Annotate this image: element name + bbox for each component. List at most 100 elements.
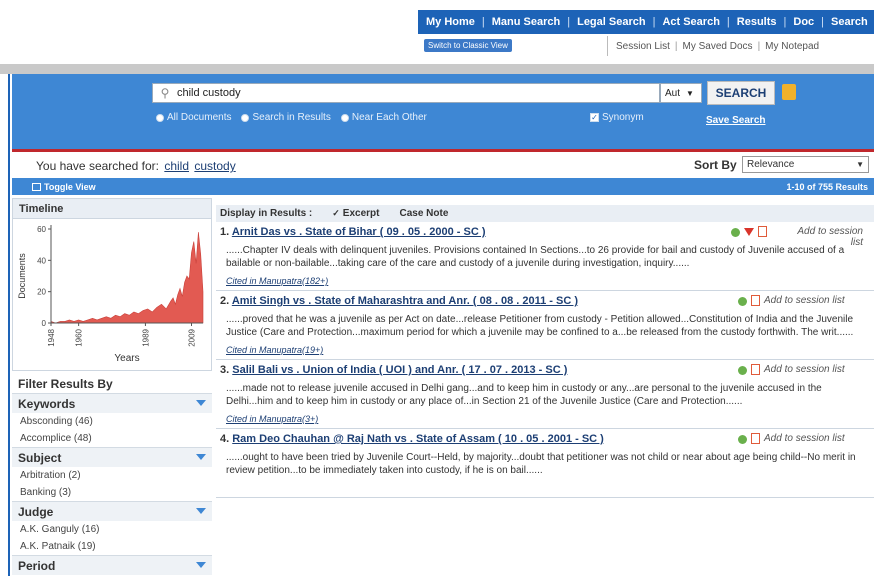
- result-title-link[interactable]: Arnit Das vs . State of Bihar ( 09 . 05 …: [232, 226, 486, 238]
- searched-term-link[interactable]: child: [164, 159, 189, 173]
- x-tick-label: 2009: [187, 328, 196, 346]
- chevron-down-icon: [196, 562, 206, 568]
- search-button[interactable]: SEARCH: [707, 81, 775, 105]
- timeline-title: Timeline: [12, 198, 212, 219]
- facet-list: Keywords Absconding (46) Accomplice (48) Su…: [12, 393, 212, 575]
- toggle-view-label: Toggle View: [44, 181, 96, 192]
- facet-subject[interactable]: Subject: [12, 447, 212, 467]
- chevron-down-icon: [196, 400, 206, 406]
- search-mode-value: Aut: [665, 87, 681, 99]
- radio-dot-icon: [241, 113, 250, 122]
- sort-select[interactable]: Relevance ▼: [742, 156, 869, 173]
- radio-dot-icon: [340, 113, 349, 122]
- cited-in-link[interactable]: Cited in Manupatra(3+): [220, 414, 870, 428]
- y-tick-label: 40: [37, 256, 46, 265]
- facet-item[interactable]: Accomplice (48): [12, 430, 212, 447]
- cited-in-link[interactable]: Cited in Manupatra(19+): [220, 345, 870, 359]
- search-panel: ⚲ Aut ▼ SEARCH All Documents Search in Re…: [12, 74, 874, 149]
- radio-label: All Documents: [167, 112, 232, 123]
- radio-dot-icon: [156, 113, 164, 122]
- document-icon[interactable]: [751, 433, 760, 444]
- switch-classic-view-button[interactable]: Switch to Classic View: [424, 39, 512, 52]
- search-input[interactable]: [177, 87, 647, 99]
- panel-divider: [12, 149, 874, 152]
- result-excerpt: ......made not to release juvenile accus…: [226, 383, 822, 407]
- checkmark-icon: ✓: [332, 208, 340, 218]
- facet-item[interactable]: A.K. Ganguly (16): [12, 521, 212, 538]
- user-subnav: Session List | My Saved Docs | My Notepad: [607, 36, 874, 56]
- sort-value: Relevance: [747, 159, 795, 170]
- results-count: 1-10 of 755 Results: [786, 181, 868, 192]
- search-icon: ⚲: [160, 86, 170, 100]
- status-dot-icon: [731, 228, 740, 237]
- x-tick-label: 1948: [47, 328, 56, 346]
- topnav-item-act-search[interactable]: Act Search: [662, 16, 719, 28]
- save-search-link[interactable]: Save Search: [706, 115, 766, 126]
- topnav-item-legal-search[interactable]: Legal Search: [577, 16, 645, 28]
- advanced-search-icon[interactable]: [782, 84, 796, 100]
- document-icon[interactable]: [758, 226, 767, 237]
- left-border: [8, 74, 10, 576]
- sort-by-label: Sort By: [694, 158, 737, 172]
- searched-term-link[interactable]: custody: [194, 159, 235, 173]
- subnav-separator: |: [674, 40, 678, 52]
- radio-near-each-other[interactable]: Near Each Other: [340, 112, 427, 123]
- cited-in-link[interactable]: [220, 483, 870, 497]
- searched-for: You have searched for: child custody: [36, 159, 236, 173]
- nav-separator: |: [783, 16, 787, 28]
- facet-keywords[interactable]: Keywords: [12, 393, 212, 413]
- topnav-item-search[interactable]: Search: [831, 16, 868, 28]
- filter-results-title: Filter Results By: [18, 377, 113, 391]
- nav-separator: |: [726, 16, 730, 28]
- document-icon[interactable]: [751, 295, 760, 306]
- case-note-checkbox[interactable]: Case Note: [399, 208, 448, 219]
- synonym-checkbox[interactable]: ✓ Synonym: [590, 112, 644, 123]
- result-actions: Add to session list: [731, 226, 863, 248]
- topnav-item-doc[interactable]: Doc: [793, 16, 814, 28]
- result-item: 1. Arnit Das vs . State of Bihar ( 09 . …: [216, 222, 874, 291]
- status-dot-icon: [738, 366, 747, 375]
- radio-search-in-results[interactable]: Search in Results: [241, 112, 331, 123]
- result-item: 2. Amit Singh vs . State of Maharashtra …: [216, 291, 874, 360]
- result-title-link[interactable]: Salil Bali vs . Union of India ( UOI ) a…: [232, 364, 567, 376]
- excerpt-checkbox[interactable]: ✓ Excerpt: [332, 208, 379, 219]
- result-number: 2.: [220, 295, 232, 307]
- facet-title: Keywords: [18, 397, 76, 411]
- add-to-session-list-link[interactable]: Add to session list: [785, 226, 863, 248]
- radio-all-documents[interactable]: All Documents: [156, 112, 231, 123]
- facet-judge[interactable]: Judge: [12, 501, 212, 521]
- document-icon[interactable]: [751, 364, 760, 375]
- search-mode-select[interactable]: Aut ▼: [660, 83, 702, 103]
- add-to-session-list-link[interactable]: Add to session list: [764, 433, 845, 444]
- result-list: 1. Arnit Das vs . State of Bihar ( 09 . …: [216, 222, 874, 498]
- facet-item[interactable]: Banking (3): [12, 484, 212, 501]
- x-axis-label: Years: [114, 353, 139, 364]
- add-to-session-list-link[interactable]: Add to session list: [764, 295, 845, 306]
- topnav-item-manu-search[interactable]: Manu Search: [492, 16, 560, 28]
- facet-item[interactable]: A.K. Patnaik (19): [12, 538, 212, 555]
- x-tick-label: 1989: [141, 328, 150, 346]
- nav-separator: |: [481, 16, 485, 28]
- radio-label: Near Each Other: [351, 112, 427, 123]
- x-tick-label: 1960: [75, 328, 84, 346]
- subnav-item-my-notepad[interactable]: My Notepad: [765, 41, 819, 52]
- result-title-link[interactable]: Ram Deo Chauhan @ Raj Nath vs . State of…: [232, 433, 604, 445]
- topnav-item-results[interactable]: Results: [737, 16, 777, 28]
- subnav-item-session-list[interactable]: Session List: [616, 41, 670, 52]
- nav-separator: |: [821, 16, 825, 28]
- facet-item[interactable]: Absconding (46): [12, 413, 212, 430]
- flag-icon[interactable]: [744, 228, 754, 236]
- toggle-view-button[interactable]: Toggle View: [32, 182, 96, 192]
- topnav-item-my-home[interactable]: My Home: [426, 16, 475, 28]
- facet-item[interactable]: Arbitration (2): [12, 467, 212, 484]
- result-number: 1.: [220, 226, 232, 238]
- y-tick-label: 20: [37, 288, 46, 297]
- result-excerpt: ......proved that he was a juvenile as p…: [226, 314, 854, 338]
- result-title-link[interactable]: Amit Singh vs . State of Maharashtra and…: [232, 295, 578, 307]
- subnav-item-my-saved-docs[interactable]: My Saved Docs: [683, 41, 753, 52]
- chevron-down-icon: [196, 454, 206, 460]
- facet-period[interactable]: Period: [12, 555, 212, 575]
- cited-in-link[interactable]: Cited in Manupatra(182+): [220, 276, 870, 290]
- add-to-session-list-link[interactable]: Add to session list: [764, 364, 845, 375]
- timeline-area: [50, 232, 204, 324]
